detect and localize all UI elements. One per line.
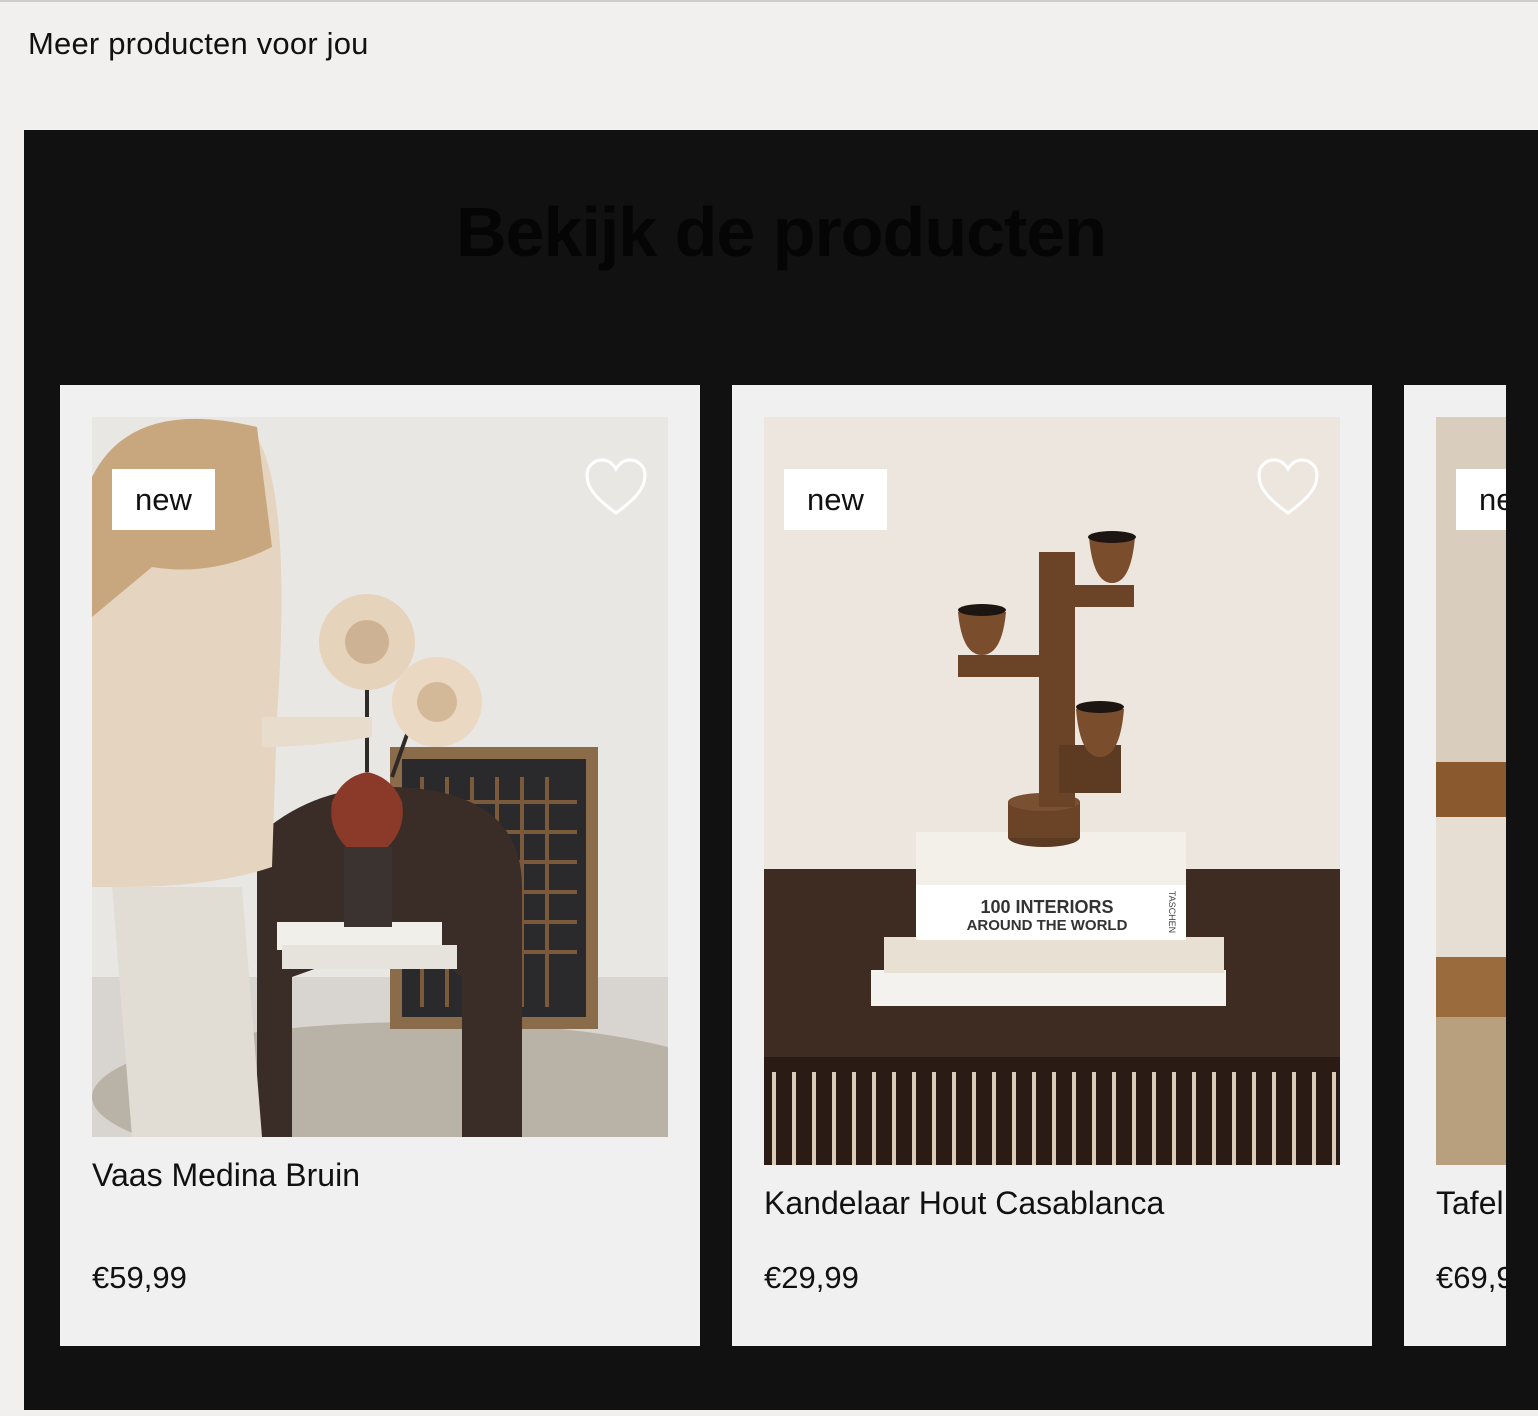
product-name[interactable]: Tafel xyxy=(1436,1185,1504,1222)
book-spine-text: TASCHEN xyxy=(1167,891,1177,933)
new-badge: new xyxy=(784,469,887,530)
product-name[interactable]: Vaas Medina Bruin xyxy=(92,1157,360,1194)
book-title-line1: 100 INTERIORS xyxy=(980,897,1113,917)
product-image[interactable]: new xyxy=(1436,417,1506,1165)
product-image[interactable]: 100 INTERIORS AROUND THE WORLD TASCHEN n… xyxy=(764,417,1340,1165)
product-card[interactable]: new Tafel €69,9 xyxy=(1404,385,1506,1346)
heart-outline-icon[interactable] xyxy=(1256,457,1320,517)
book-title-line2: AROUND THE WORLD xyxy=(967,917,1128,934)
top-divider xyxy=(0,0,1538,5)
section-heading: Meer producten voor jou xyxy=(28,26,369,61)
product-carousel-track[interactable]: new Vaas Medina Bruin €59,99 100 INTERIO… xyxy=(60,385,1506,1346)
product-price: €69,9 xyxy=(1436,1260,1506,1295)
product-card[interactable]: new Vaas Medina Bruin €59,99 xyxy=(60,385,700,1346)
new-badge: new xyxy=(112,469,215,530)
panel-title: Bekijk de producten xyxy=(455,193,1107,271)
product-price: €59,99 xyxy=(92,1260,187,1295)
product-card[interactable]: 100 INTERIORS AROUND THE WORLD TASCHEN n… xyxy=(732,385,1372,1346)
product-name[interactable]: Kandelaar Hout Casablanca xyxy=(764,1185,1164,1222)
heart-outline-icon[interactable] xyxy=(584,457,648,517)
new-badge: new xyxy=(1456,469,1506,530)
product-image[interactable]: new xyxy=(92,417,668,1137)
product-carousel-panel: Bekijk de producten new Vaas Medina Brui… xyxy=(24,130,1538,1410)
product-price: €29,99 xyxy=(764,1260,859,1295)
